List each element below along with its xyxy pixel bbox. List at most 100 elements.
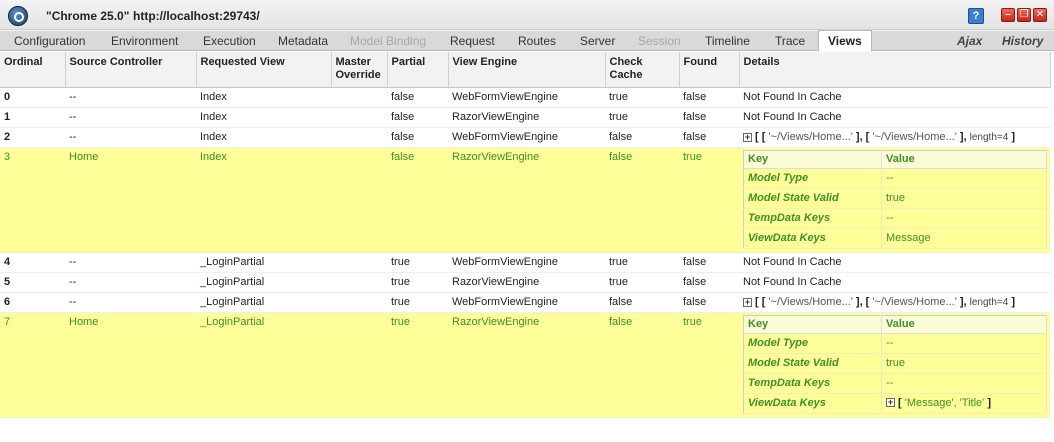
subtable-value: --: [881, 333, 1047, 354]
cell-ordinal: 4: [0, 252, 65, 273]
array-bracket: ], [: [852, 131, 873, 143]
cell-engine: RazorViewEngine: [448, 107, 605, 128]
cell-view: _LoginPartial: [196, 312, 331, 418]
array-bracket: ]: [1008, 296, 1016, 308]
subtable-row: Model Type --: [743, 168, 1047, 189]
minimize-icon[interactable]: –: [1001, 8, 1015, 22]
cell-engine: RazorViewEngine: [448, 312, 605, 418]
array-bracket: [: [898, 396, 905, 409]
cell-view: _LoginPartial: [196, 252, 331, 273]
subtable-row: Model Type --: [743, 333, 1047, 354]
tab-views[interactable]: Views: [818, 30, 872, 52]
cell-ordinal: 2: [0, 127, 65, 148]
details-subtable: Key Value Model Type -- Model State Vali…: [743, 149, 1047, 249]
tab-trace[interactable]: Trace: [775, 34, 805, 48]
subtable-key: ViewData Keys: [743, 393, 882, 414]
cell-master: [331, 252, 387, 273]
cell-found: false: [679, 292, 739, 313]
table-row-empty: [0, 417, 1050, 435]
table-row: 6 -- _LoginPartial true WebFormViewEngin…: [0, 292, 1050, 313]
cell-master: [331, 127, 387, 148]
tab-server[interactable]: Server: [580, 34, 615, 48]
help-button[interactable]: ?: [968, 8, 984, 24]
cell-engine: RazorViewEngine: [448, 147, 605, 253]
cell-view: Index: [196, 87, 331, 108]
column-header-source-controller[interactable]: Source Controller: [65, 52, 197, 88]
array-length: length=4: [969, 132, 1009, 143]
tab-request[interactable]: Request: [450, 34, 495, 48]
cell-details: +[ [ '~/Views/Home...' ], [ '~/Views/Hom…: [739, 292, 1050, 313]
tab-timeline[interactable]: Timeline: [705, 34, 750, 48]
table-row: 1 -- Index false RazorViewEngine true fa…: [0, 107, 1050, 128]
cell-found: true: [679, 147, 739, 253]
cell-check-cache: true: [605, 107, 679, 128]
cell-details: Not Found In Cache: [739, 252, 1050, 273]
column-header-view-engine[interactable]: View Engine: [448, 52, 606, 88]
cell-ordinal: 1: [0, 107, 65, 128]
cell-engine: WebFormViewEngine: [448, 127, 605, 148]
cell-found: false: [679, 107, 739, 128]
tab-model-binding: Model Binding: [350, 34, 427, 48]
cell-found: true: [679, 312, 739, 418]
tab-environment[interactable]: Environment: [111, 34, 178, 48]
cell-details: +[ [ '~/Views/Home...' ], [ '~/Views/Hom…: [739, 127, 1050, 148]
cell-ordinal: 7: [0, 312, 65, 418]
column-header-found[interactable]: Found: [679, 52, 740, 88]
subtable-row: ViewData Keys +[ 'Message', 'Title' ]: [743, 393, 1047, 414]
restore-icon[interactable]: ❐: [1017, 8, 1031, 22]
cell-master: [331, 147, 387, 253]
cell-found: false: [679, 252, 739, 273]
column-header-ordinal[interactable]: Ordinal: [0, 52, 66, 88]
cell-view: _LoginPartial: [196, 292, 331, 313]
subtable-value: --: [881, 208, 1047, 229]
tab-configuration[interactable]: Configuration: [14, 34, 85, 48]
expand-icon[interactable]: +: [886, 398, 895, 408]
subtable-key: Model State Valid: [743, 353, 882, 374]
cell-view: _LoginPartial: [196, 272, 331, 293]
close-icon[interactable]: ✕: [1033, 8, 1047, 22]
cell-partial: true: [387, 272, 448, 293]
tab-history[interactable]: History: [1002, 34, 1043, 48]
subtable-value: +[ 'Message', 'Title' ]: [881, 393, 1047, 414]
table-row: 5 -- _LoginPartial true RazorViewEngine …: [0, 272, 1050, 293]
subtable-key: Model Type: [743, 333, 882, 354]
array-item: '~/Views/Home...': [768, 131, 853, 143]
expand-icon[interactable]: +: [743, 132, 752, 142]
table-row-highlighted: 7 Home _LoginPartial true RazorViewEngin…: [0, 312, 1050, 418]
column-header-requested-view[interactable]: Requested View: [196, 52, 332, 88]
table-row: 2 -- Index false WebFormViewEngine false…: [0, 127, 1050, 148]
cell-ordinal: 0: [0, 87, 65, 108]
subtable-value: Message: [881, 228, 1047, 249]
array-bracket: ], [: [852, 296, 873, 308]
cell-partial: false: [387, 107, 448, 128]
cell-partial: false: [387, 87, 448, 108]
column-header-partial[interactable]: Partial: [387, 52, 449, 88]
array-bracket: ],: [956, 296, 970, 308]
subtable-key: TempData Keys: [743, 208, 882, 229]
column-header-details[interactable]: Details: [739, 52, 1051, 88]
subtable-key: Model State Valid: [743, 188, 882, 209]
tab-ajax[interactable]: Ajax: [957, 34, 982, 48]
cell-check-cache: true: [605, 252, 679, 273]
subtable-value: --: [881, 168, 1047, 189]
cell-details: Not Found In Cache: [739, 87, 1050, 108]
array-bracket: ]: [984, 396, 991, 409]
subtable-value: true: [881, 353, 1047, 374]
cell-controller: --: [65, 127, 196, 148]
tab-metadata[interactable]: Metadata: [278, 34, 328, 48]
tab-routes[interactable]: Routes: [518, 34, 556, 48]
array-bracket: ]: [1008, 131, 1016, 143]
column-header-check-cache[interactable]: Check Cache: [605, 52, 680, 88]
column-header-master-override[interactable]: Master Override: [331, 52, 388, 88]
cell-ordinal: 6: [0, 292, 65, 313]
cell-controller: --: [65, 107, 196, 128]
tab-execution[interactable]: Execution: [203, 34, 256, 48]
cell-check-cache: false: [605, 292, 679, 313]
cell-ordinal: 3: [0, 147, 65, 253]
cell-found: false: [679, 87, 739, 108]
cell-controller: Home: [65, 147, 196, 253]
cell-details: Key Value Model Type -- Model State Vali…: [739, 147, 1050, 253]
cell-partial: true: [387, 292, 448, 313]
expand-icon[interactable]: +: [743, 297, 752, 307]
cell-partial: false: [387, 127, 448, 148]
